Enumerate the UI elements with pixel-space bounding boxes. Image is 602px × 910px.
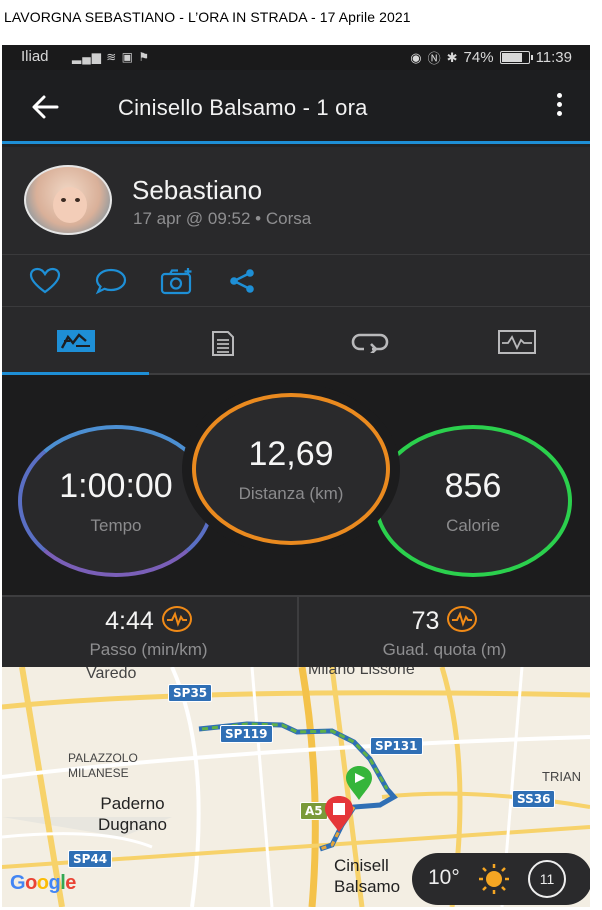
clock-icon: 11 bbox=[528, 860, 566, 898]
pace-stat: 4:44 Passo (min/km) bbox=[2, 597, 295, 669]
battery-percent: 74% bbox=[463, 49, 494, 66]
pulse-icon bbox=[161, 606, 192, 633]
profile-header: Sebastiano 17 apr @ 09:52 • Corsa bbox=[2, 147, 590, 255]
calories-label: Calorie bbox=[446, 515, 500, 535]
elevation-label: Guad. quota (m) bbox=[382, 640, 507, 659]
route-map[interactable]: Varedo Milano Lissone PALAZZOLO MILANESE… bbox=[2, 667, 590, 907]
metrics-panel: 1:00:00 Tempo 856 Calorie 12,69 Distanza… bbox=[2, 375, 590, 595]
road-shield-sp119: SP119 bbox=[220, 725, 273, 743]
pulse-icon bbox=[447, 606, 478, 633]
road-shield-sp131: SP131 bbox=[370, 737, 423, 755]
laps-icon bbox=[351, 333, 388, 353]
activity-meta: 17 apr @ 09:52 • Corsa bbox=[133, 209, 312, 228]
page-caption: LAVORGNA SEBASTIANO - L’ORA IN STRADA - … bbox=[4, 9, 411, 25]
tab-details[interactable] bbox=[149, 307, 296, 373]
map-label-cinisello: Cinisell Balsamo bbox=[334, 856, 401, 896]
stats-icon bbox=[56, 330, 95, 352]
pace-label: Passo (min/km) bbox=[89, 640, 208, 659]
action-row bbox=[2, 255, 590, 307]
weather-widget[interactable]: 10° 11 bbox=[412, 853, 590, 905]
back-arrow-icon[interactable] bbox=[30, 92, 60, 122]
activity-title: Cinisello Balsamo - 1 ora bbox=[118, 95, 368, 120]
comment-icon[interactable] bbox=[94, 267, 128, 295]
camera-add-icon[interactable] bbox=[160, 267, 194, 295]
tab-stats[interactable] bbox=[2, 307, 149, 375]
eye-icon: ◉ bbox=[410, 49, 422, 65]
status-bar: Iliad ▂▄▆ ≋ ▣ ⚑ ◉ Ⓝ ✱ 74% 11:39 bbox=[2, 45, 590, 70]
calories-ring: 856 Calorie bbox=[374, 425, 572, 577]
sub-stats: 4:44 Passo (min/km) 73 Guad. quota (m) bbox=[2, 595, 590, 669]
elevation-value: 73 bbox=[411, 607, 440, 635]
clock-time: 11:39 bbox=[535, 49, 572, 66]
calories-value: 856 bbox=[444, 466, 502, 505]
distance-ring: 12,69 Distanza (km) bbox=[192, 393, 390, 545]
chart-icon bbox=[497, 330, 536, 354]
document-icon bbox=[211, 331, 234, 356]
tab-bar bbox=[2, 307, 590, 375]
time-label: Tempo bbox=[90, 515, 142, 535]
nfc-icon: Ⓝ bbox=[427, 51, 441, 66]
heart-icon[interactable] bbox=[28, 267, 62, 295]
distance-label: Distanza (km) bbox=[238, 483, 344, 503]
end-marker-icon[interactable] bbox=[323, 795, 355, 833]
sun-icon bbox=[479, 864, 509, 894]
map-label-milano-lissone: Milano Lissone bbox=[308, 667, 415, 678]
avatar[interactable] bbox=[24, 165, 112, 235]
phone-screen: Iliad ▂▄▆ ≋ ▣ ⚑ ◉ Ⓝ ✱ 74% 11:39 Cinisell… bbox=[2, 45, 590, 907]
map-label-palazzolo: PALAZZOLO MILANESE bbox=[68, 751, 138, 780]
time-value: 1:00:00 bbox=[59, 466, 173, 505]
signal-wifi-icons: ▂▄▆ ≋ ▣ ⚑ bbox=[72, 50, 151, 64]
elevation-stat: 73 Guad. quota (m) bbox=[297, 597, 590, 669]
share-icon[interactable] bbox=[226, 267, 260, 295]
road-shield-ss36: SS36 bbox=[512, 790, 556, 808]
pace-value: 4:44 bbox=[105, 607, 154, 635]
weather-temperature: 10° bbox=[428, 866, 460, 889]
map-label-varedo: Varedo bbox=[86, 667, 137, 682]
more-options-icon[interactable] bbox=[554, 93, 564, 121]
carrier-name: Iliad bbox=[21, 48, 49, 65]
tab-charts[interactable] bbox=[443, 307, 590, 373]
user-name[interactable]: Sebastiano bbox=[132, 175, 262, 206]
google-logo: Google bbox=[10, 872, 76, 894]
app-bar: Cinisello Balsamo - 1 ora bbox=[2, 70, 590, 144]
distance-value: 12,69 bbox=[248, 434, 334, 473]
time-ring: 1:00:00 Tempo bbox=[18, 425, 214, 577]
map-label-paderno: Paderno Dugnano bbox=[98, 794, 168, 834]
road-shield-sp44: SP44 bbox=[68, 850, 113, 868]
bluetooth-icon: ✱ bbox=[446, 49, 458, 65]
tab-laps[interactable] bbox=[296, 307, 443, 373]
battery-icon bbox=[499, 51, 533, 64]
road-shield-sp35: SP35 bbox=[168, 684, 213, 702]
map-label-trian: TRIAN bbox=[542, 769, 581, 784]
